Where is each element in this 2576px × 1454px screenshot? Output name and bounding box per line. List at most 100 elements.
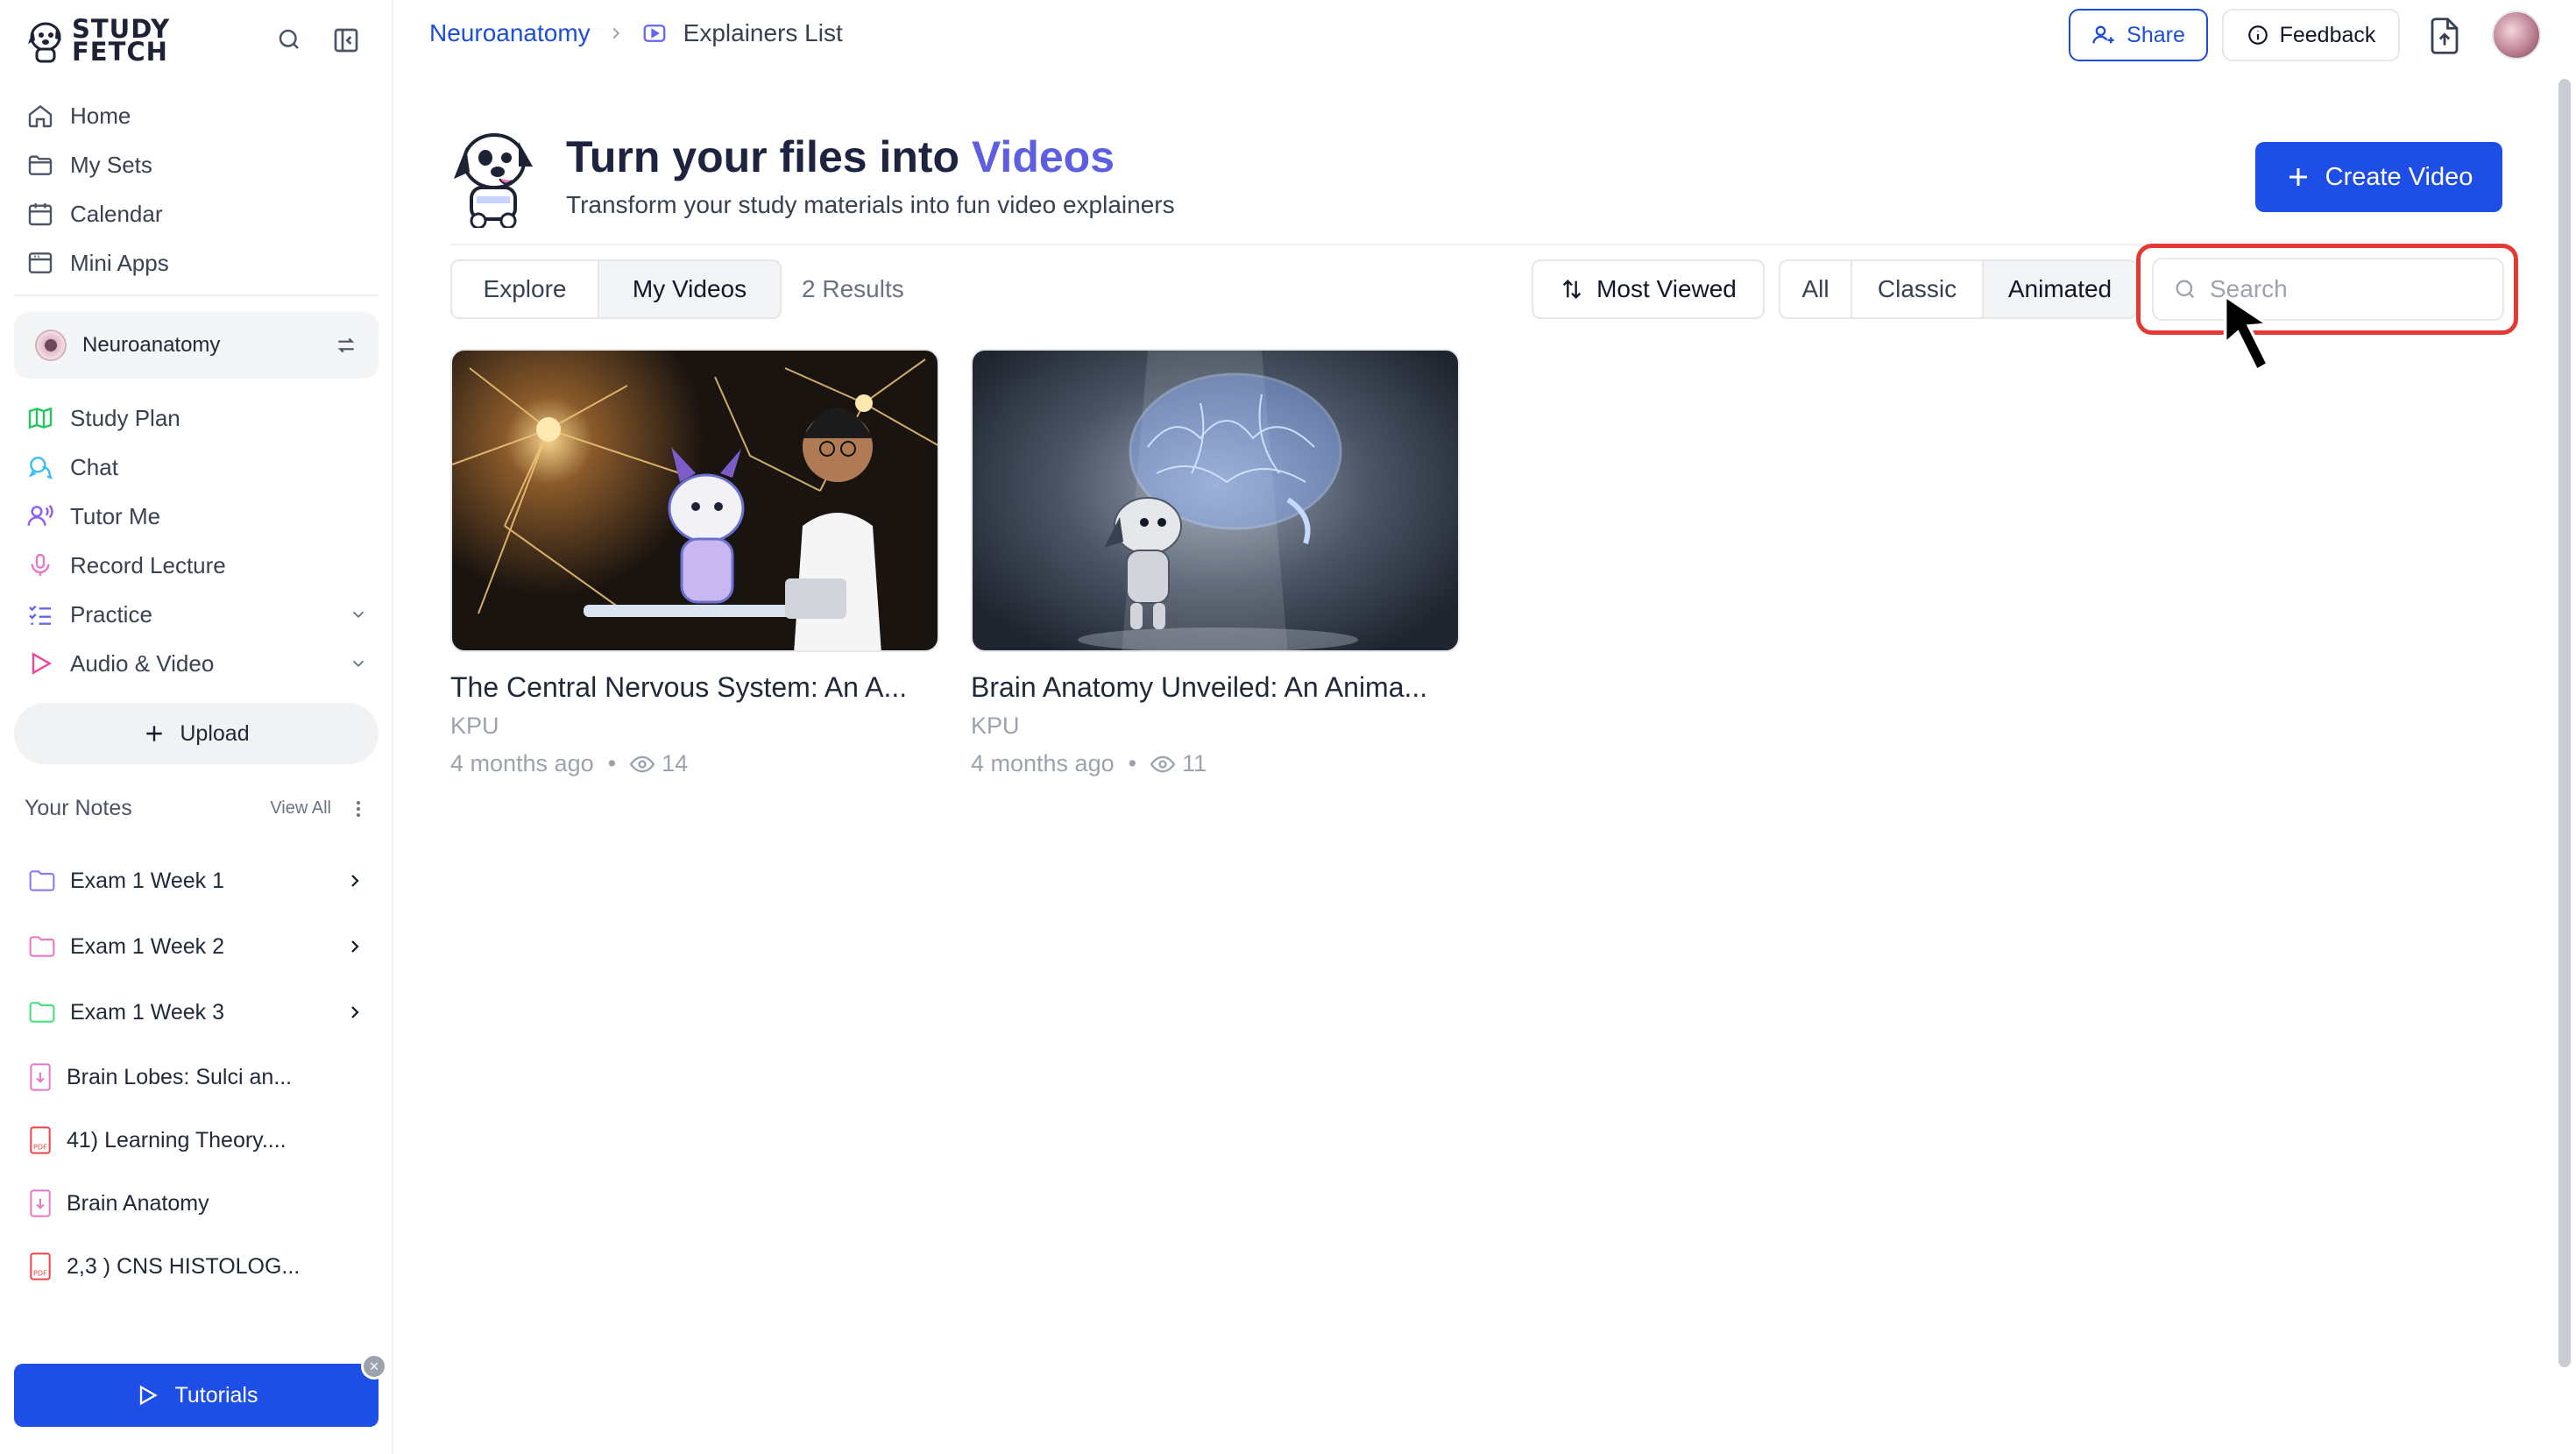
- logo-text-line2: FETCH: [72, 37, 168, 67]
- chevron-right-icon[interactable]: [344, 870, 365, 891]
- dog-mascot-illustration: [454, 133, 533, 228]
- create-video-button[interactable]: Create Video: [2255, 142, 2502, 212]
- nav-my-sets[interactable]: My Sets: [26, 147, 152, 182]
- page-title: Turn your files into Videos: [566, 131, 1115, 182]
- user-avatar[interactable]: [2492, 11, 2541, 60]
- app-window-icon: [28, 252, 53, 273]
- mouse-pointer-icon: [2223, 294, 2273, 372]
- note-label: 2,3 ) CNS HISTOLOG...: [67, 1253, 301, 1279]
- chevron-right-icon: [612, 27, 619, 39]
- filter-animated[interactable]: Animated: [1984, 261, 2136, 317]
- tool-tutor-me[interactable]: Tutor Me: [26, 499, 160, 534]
- calendar-icon: [28, 203, 53, 226]
- feedback-button[interactable]: Feedback: [2222, 9, 2400, 61]
- note-label: Brain Lobes: Sulci an...: [67, 1064, 293, 1089]
- note-label: Exam 1 Week 1: [70, 868, 225, 893]
- sort-button[interactable]: Most Viewed: [1532, 259, 1765, 319]
- filter-classic[interactable]: Classic: [1852, 261, 1984, 317]
- nav-home[interactable]: Home: [26, 98, 131, 133]
- video-title[interactable]: The Central Nervous System: An A...: [450, 671, 939, 704]
- note-doc-brain-anatomy[interactable]: Brain Anatomy: [28, 1186, 365, 1221]
- video-card[interactable]: Brain Anatomy Unveiled: An Anima... KPU …: [971, 349, 1460, 777]
- note-pdf-cns-histology[interactable]: PDF 2,3 ) CNS HISTOLOG...: [28, 1249, 365, 1284]
- collapse-sidebar-icon[interactable]: [332, 26, 360, 54]
- tutorials-close-button[interactable]: ×: [361, 1353, 387, 1380]
- page-scrollbar[interactable]: [2558, 79, 2571, 1367]
- note-pdf-learning-theory[interactable]: PDF 41) Learning Theory....: [28, 1123, 365, 1158]
- video-card[interactable]: The Central Nervous System: An A... KPU …: [450, 349, 939, 777]
- tool-record-lecture[interactable]: Record Lecture: [26, 548, 226, 583]
- info-icon: [2247, 25, 2268, 45]
- nav-calendar[interactable]: Calendar: [26, 196, 163, 231]
- search-field[interactable]: [2152, 258, 2504, 321]
- mascot-logo-icon: [28, 22, 61, 63]
- note-folder-exam-1-week-2[interactable]: Exam 1 Week 2: [28, 929, 365, 964]
- upload-button[interactable]: Upload: [14, 703, 379, 764]
- list-checks-icon: [29, 605, 51, 625]
- play-outline-icon: [139, 1385, 158, 1406]
- nav-my-sets-label: My Sets: [70, 151, 152, 178]
- note-label: 41) Learning Theory....: [67, 1127, 287, 1153]
- tool-tutor-me-label: Tutor Me: [70, 502, 161, 529]
- view-all-link[interactable]: View All: [270, 798, 331, 819]
- note-doc-brain-lobes[interactable]: Brain Lobes: Sulci an...: [28, 1060, 365, 1095]
- tab-my-videos[interactable]: My Videos: [599, 261, 780, 317]
- play-icon: [32, 652, 53, 675]
- video-author: KPU: [971, 713, 1020, 739]
- video-thumbnail[interactable]: [971, 349, 1460, 652]
- search-icon[interactable]: [276, 26, 302, 53]
- folder-icon: [29, 936, 55, 957]
- chevron-right-icon[interactable]: [344, 1002, 365, 1023]
- note-label: Brain Anatomy: [67, 1190, 209, 1216]
- page-title-prefix: Turn your files into: [566, 132, 960, 181]
- studyfetch-logo[interactable]: STUDY FETCH: [26, 17, 170, 67]
- video-meta: 4 months ago • 11: [971, 750, 1460, 777]
- share-button[interactable]: Share: [2069, 9, 2208, 61]
- video-age: 4 months ago: [450, 750, 594, 777]
- note-label: Exam 1 Week 2: [70, 933, 225, 959]
- chevron-down-icon[interactable]: [349, 654, 368, 673]
- current-set-selector[interactable]: Neuroanatomy: [14, 312, 379, 379]
- tool-chat[interactable]: Chat: [26, 450, 118, 485]
- eye-icon: [1150, 755, 1176, 772]
- video-icon: [643, 25, 666, 42]
- eye-icon: [630, 755, 655, 772]
- tool-chat-label: Chat: [70, 453, 118, 480]
- more-vertical-icon[interactable]: [350, 798, 366, 819]
- tool-practice[interactable]: Practice: [26, 597, 368, 632]
- nav-mini-apps-label: Mini Apps: [70, 249, 169, 276]
- breadcrumb-root[interactable]: Neuroanatomy: [429, 19, 591, 47]
- tool-study-plan[interactable]: Study Plan: [26, 401, 180, 436]
- nav-calendar-label: Calendar: [70, 200, 163, 227]
- tool-practice-label: Practice: [70, 600, 152, 628]
- video-title[interactable]: Brain Anatomy Unveiled: An Anima...: [971, 671, 1460, 704]
- nav-mini-apps[interactable]: Mini Apps: [26, 245, 169, 280]
- chevron-down-icon[interactable]: [349, 605, 368, 624]
- page-subtitle: Transform your study materials into fun …: [566, 191, 1175, 218]
- svg-text:PDF: PDF: [33, 1144, 47, 1152]
- tool-audio-video[interactable]: Audio & Video: [26, 646, 368, 681]
- chevron-right-icon[interactable]: [344, 936, 365, 957]
- microphone-icon: [31, 553, 50, 576]
- folder-icon: [29, 1002, 55, 1023]
- video-thumbnail[interactable]: [450, 349, 939, 652]
- sidebar: STUDY FETCH Home My Sets Calendar Mini A…: [0, 0, 393, 1454]
- view-count: 11: [1150, 750, 1207, 777]
- note-folder-exam-1-week-1[interactable]: Exam 1 Week 1: [28, 863, 365, 898]
- pdf-icon: PDF: [30, 1126, 51, 1154]
- plus-icon: [146, 726, 163, 741]
- tutorials-button[interactable]: Tutorials: [14, 1364, 379, 1427]
- note-folder-exam-1-week-3[interactable]: Exam 1 Week 3: [28, 995, 365, 1030]
- filter-all[interactable]: All: [1780, 261, 1852, 317]
- view-count: 14: [630, 750, 688, 777]
- plus-icon: [2289, 168, 2307, 186]
- current-set-name: Neuroanatomy: [82, 333, 221, 357]
- chat-icon: [28, 457, 53, 479]
- sidebar-divider: [14, 294, 379, 296]
- swap-icon[interactable]: [335, 334, 357, 357]
- file-upload-icon[interactable]: [2429, 18, 2460, 54]
- upload-label: Upload: [180, 720, 250, 746]
- style-filter: All Classic Animated: [1779, 259, 2138, 319]
- tab-explore[interactable]: Explore: [452, 261, 599, 317]
- set-avatar: [35, 330, 67, 361]
